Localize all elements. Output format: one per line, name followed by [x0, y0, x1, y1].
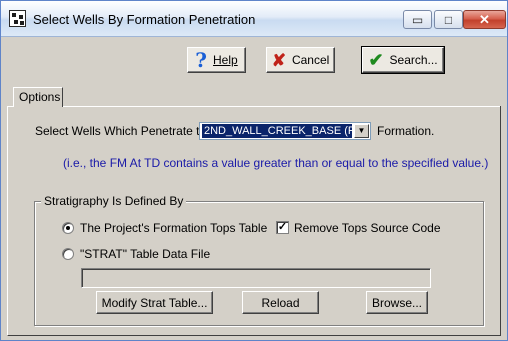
chevron-down-icon[interactable]: ▼	[354, 124, 369, 138]
dialog-window: Select Wells By Formation Penetration ▭ …	[0, 0, 508, 341]
window-title: Select Wells By Formation Penetration	[33, 12, 256, 27]
reload-button[interactable]: Reload	[242, 291, 319, 314]
maximize-button[interactable]: □	[434, 10, 463, 29]
cancel-button[interactable]: ✘ Cancel	[266, 47, 335, 73]
radio-strat-file-label[interactable]: "STRAT" Table Data File	[80, 247, 210, 261]
maximize-icon: □	[444, 12, 453, 27]
close-window-button[interactable]: ✕	[463, 10, 506, 29]
radio-formation-tops[interactable]	[62, 222, 74, 234]
minimize-button[interactable]: ▭	[403, 10, 432, 29]
tab-options-label: Options	[19, 90, 61, 104]
formation-prompt: Select Wells Which Penetrate the	[35, 124, 213, 138]
modify-strat-table-label: Modify Strat Table...	[101, 295, 208, 310]
radio-formation-tops-label[interactable]: The Project's Formation Tops Table	[80, 221, 267, 235]
formation-select-value: 2ND_WALL_CREEK_BASE (F	[202, 124, 352, 138]
radio-strat-file[interactable]	[62, 248, 74, 260]
remove-source-label[interactable]: Remove Tops Source Code	[294, 221, 441, 235]
help-label: Help	[213, 53, 238, 67]
checkmark-icon: ✔	[368, 50, 384, 70]
help-button[interactable]: ? Help	[187, 47, 246, 73]
search-button[interactable]: ✔ Search...	[361, 46, 445, 74]
formation-suffix: Formation.	[377, 124, 435, 138]
modify-strat-table-button[interactable]: Modify Strat Table...	[96, 291, 213, 314]
question-mark-icon: ?	[195, 48, 208, 72]
close-icon: ✕	[479, 12, 490, 27]
tab-options[interactable]: Options	[13, 87, 63, 107]
minimize-icon: ▭	[411, 12, 424, 27]
stratigraphy-group-title: Stratigraphy Is Defined By	[41, 194, 187, 208]
remove-source-checkbox[interactable]: ✓	[276, 221, 289, 234]
formation-select[interactable]: 2ND_WALL_CREEK_BASE (F ▼	[199, 122, 371, 140]
scatter-dots-icon	[9, 10, 26, 27]
formation-note: (i.e., the FM At TD contains a value gre…	[63, 156, 489, 170]
browse-button[interactable]: Browse...	[366, 291, 428, 314]
strat-file-field[interactable]	[81, 268, 431, 288]
reload-label: Reload	[261, 295, 300, 310]
search-label: Search...	[389, 53, 438, 67]
red-x-icon: ✘	[271, 50, 286, 70]
browse-label: Browse...	[371, 295, 422, 310]
cancel-label: Cancel	[291, 53, 330, 67]
title-bar[interactable]: Select Wells By Formation Penetration ▭ …	[1, 1, 507, 37]
